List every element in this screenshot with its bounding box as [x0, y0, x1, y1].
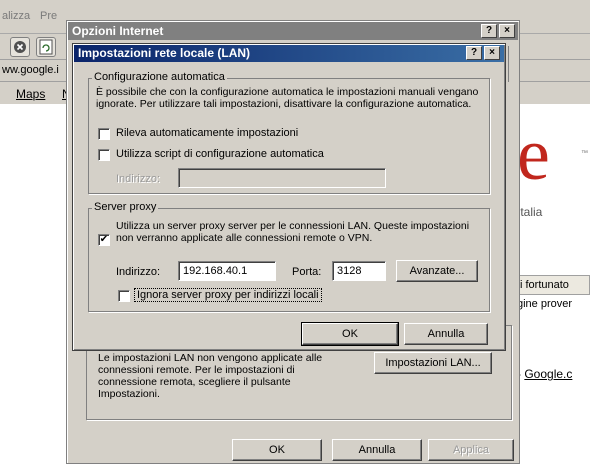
use-proxy-checkbox[interactable]: ✔ — [98, 234, 110, 246]
lan-settings-button-label: Impostazioni LAN... — [385, 357, 481, 369]
bypass-local-checkbox[interactable] — [118, 290, 130, 302]
internet-options-apply-button: Applica — [428, 439, 514, 461]
internet-options-ok-button[interactable]: OK — [232, 439, 322, 461]
detect-settings-checkbox[interactable] — [98, 128, 110, 140]
use-proxy-check-mark: ✔ — [99, 234, 109, 245]
auto-script-label[interactable]: Utilizza script di configurazione automa… — [116, 148, 324, 160]
pages-from-text: gine prover — [517, 298, 573, 310]
proxy-port-field[interactable]: 3128 — [332, 261, 386, 281]
use-proxy-label[interactable]: Utilizza un server proxy server per le c… — [116, 220, 482, 244]
stop-button[interactable] — [10, 37, 30, 57]
lan-settings-description: Le impostazioni LAN non vengono applicat… — [98, 352, 323, 400]
trademark-mark: ™ — [581, 150, 588, 157]
google-region-label: Italia — [517, 205, 543, 219]
internet-options-cancel-button[interactable]: Annulla — [332, 439, 422, 461]
proxy-address-label: Indirizzo: — [116, 266, 161, 278]
link-maps[interactable]: Maps — [16, 87, 45, 101]
address-field[interactable]: ww.google.i — [2, 64, 59, 76]
menu-item-preferiti[interactable]: Pre — [40, 10, 57, 22]
proxy-address-field[interactable]: 192.168.40.1 — [178, 261, 276, 281]
proxy-legend: Server proxy — [92, 201, 159, 213]
auto-script-checkbox[interactable] — [98, 149, 110, 161]
auto-config-description: È possibile che con la configurazione au… — [96, 86, 479, 110]
proxy-advanced-button[interactable]: Avanzate... — [396, 260, 478, 282]
internet-options-title: Opzioni Internet — [72, 24, 164, 38]
auto-script-address-field — [178, 168, 386, 188]
lan-cancel-button[interactable]: Annulla — [404, 323, 488, 345]
lan-help-button[interactable]: ? — [466, 46, 482, 60]
google-logo-letter-e: e — [517, 114, 550, 196]
lan-settings-button[interactable]: Impostazioni LAN... — [374, 352, 492, 374]
auto-config-legend: Configurazione automatica — [92, 71, 227, 83]
proxy-port-label: Porta: — [292, 266, 322, 278]
lucky-button[interactable]: i fortunato — [517, 275, 590, 295]
auto-script-address-label: Indirizzo: — [116, 173, 161, 185]
bypass-local-label[interactable]: Ignora server proxy per indirizzi locali — [134, 288, 322, 302]
google-link[interactable]: Google.c — [524, 367, 572, 381]
stop-icon — [14, 41, 26, 53]
internet-options-scrollbar[interactable] — [508, 46, 518, 82]
detect-settings-label[interactable]: Rileva automaticamente impostazioni — [116, 127, 298, 139]
internet-options-help-button[interactable]: ? — [481, 24, 497, 38]
lan-ok-button[interactable]: OK — [301, 322, 399, 346]
menu-item-visualizza[interactable]: alizza — [2, 10, 30, 22]
lan-close-button[interactable]: × — [484, 46, 500, 60]
lan-settings-title: Impostazioni rete locale (LAN) — [78, 46, 251, 60]
internet-options-close-button[interactable]: × — [499, 24, 515, 38]
google-link-line: - Google.c — [517, 367, 572, 381]
refresh-icon — [39, 39, 53, 55]
refresh-button[interactable] — [36, 37, 56, 57]
